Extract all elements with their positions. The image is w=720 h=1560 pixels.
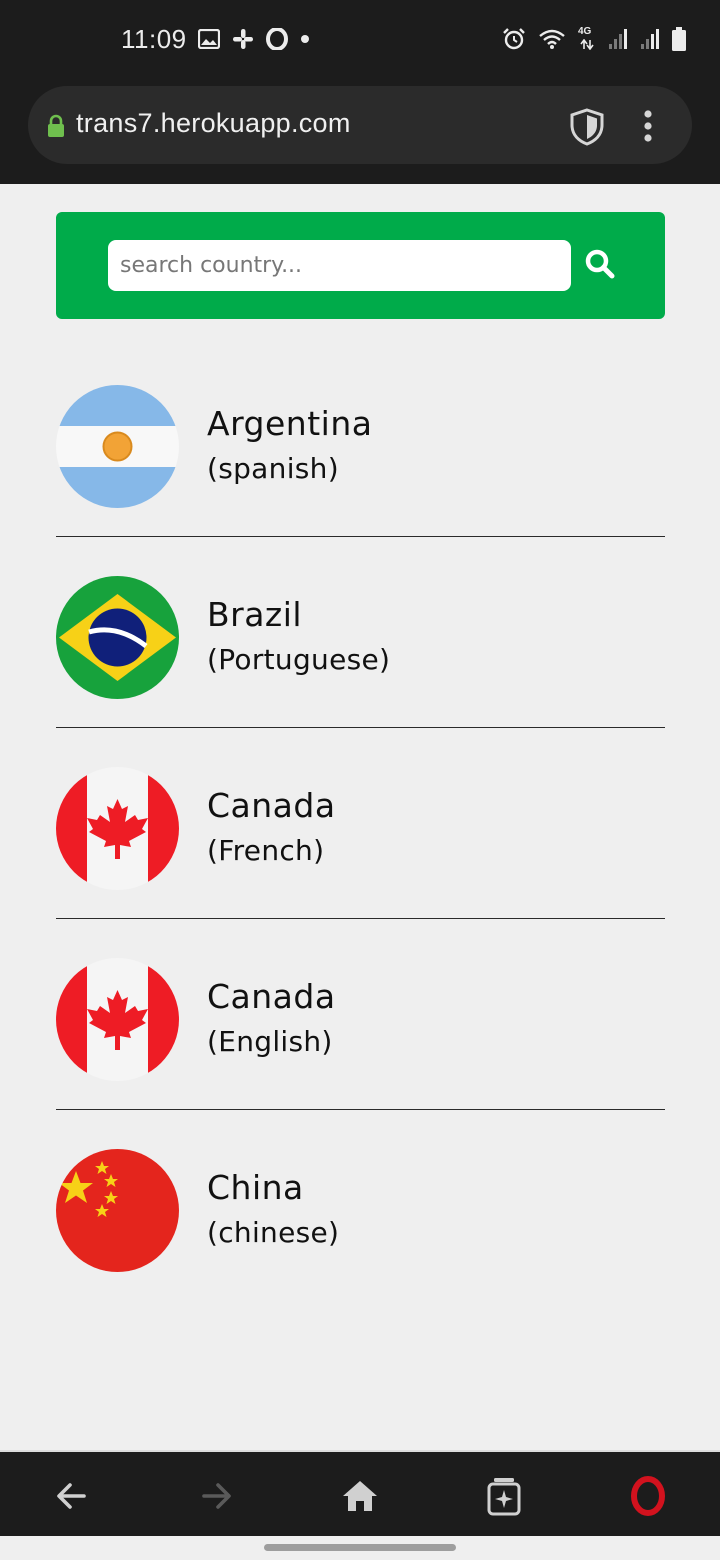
search-icon: [585, 249, 615, 278]
list-item[interactable]: China (chinese): [56, 1110, 665, 1301]
search-panel: [56, 212, 665, 319]
browser-toolbar: trans7.herokuapp.com: [0, 66, 720, 184]
data-arrows-icon: [580, 39, 594, 50]
search-button[interactable]: [580, 245, 620, 285]
home-icon[interactable]: [340, 1476, 380, 1516]
more-vert-icon[interactable]: [640, 109, 656, 143]
forward-arrow-icon[interactable]: [196, 1476, 236, 1516]
tabs-icon[interactable]: [484, 1476, 524, 1516]
list-item[interactable]: Canada (French): [56, 728, 665, 919]
list-item[interactable]: Brazil (Portuguese): [56, 537, 665, 728]
country-language: (chinese): [207, 1216, 340, 1249]
country-language: (spanish): [207, 452, 339, 485]
address-bar[interactable]: trans7.herokuapp.com: [28, 86, 692, 164]
china-flag: [56, 1149, 179, 1272]
country-name: China: [207, 1168, 304, 1207]
signal-icon: [641, 29, 659, 49]
country-name: Argentina: [207, 404, 373, 443]
country-name: Canada: [207, 977, 336, 1016]
canada-flag: [56, 958, 179, 1081]
opera-logo-icon[interactable]: [628, 1476, 668, 1516]
signal-icon: [609, 29, 627, 49]
slack-icon: [233, 29, 253, 49]
opera-icon: [266, 28, 288, 50]
bottom-navigation: [0, 1450, 720, 1538]
search-input[interactable]: [108, 240, 571, 291]
argentina-flag: [56, 385, 179, 508]
url-text[interactable]: trans7.herokuapp.com: [76, 108, 351, 139]
status-time: 11:09: [121, 24, 187, 54]
country-language: (Portuguese): [207, 643, 391, 676]
shield-icon[interactable]: [569, 108, 605, 146]
list-item[interactable]: Canada (English): [56, 919, 665, 1110]
country-name: Canada: [207, 786, 336, 825]
network-type: 4G: [578, 26, 596, 52]
alarm-icon: [503, 28, 525, 50]
gesture-area: [0, 1536, 720, 1560]
country-language: (French): [207, 834, 325, 867]
back-arrow-icon[interactable]: [52, 1476, 92, 1516]
canada-flag: [56, 767, 179, 890]
image-icon: [198, 29, 220, 49]
status-bar: 11:09 4G: [0, 0, 720, 66]
gesture-bar[interactable]: [264, 1544, 456, 1551]
dot-icon: [301, 35, 309, 43]
network-type-label: 4G: [578, 26, 592, 37]
wifi-icon: [539, 29, 565, 49]
country-list: Argentina (spanish) Brazil (Portuguese): [56, 346, 665, 1301]
country-language: (English): [207, 1025, 333, 1058]
brazil-flag: [56, 576, 179, 699]
lock-icon: [48, 114, 64, 137]
battery-icon: [672, 27, 686, 51]
country-name: Brazil: [207, 595, 303, 634]
list-item[interactable]: Argentina (spanish): [56, 346, 665, 537]
